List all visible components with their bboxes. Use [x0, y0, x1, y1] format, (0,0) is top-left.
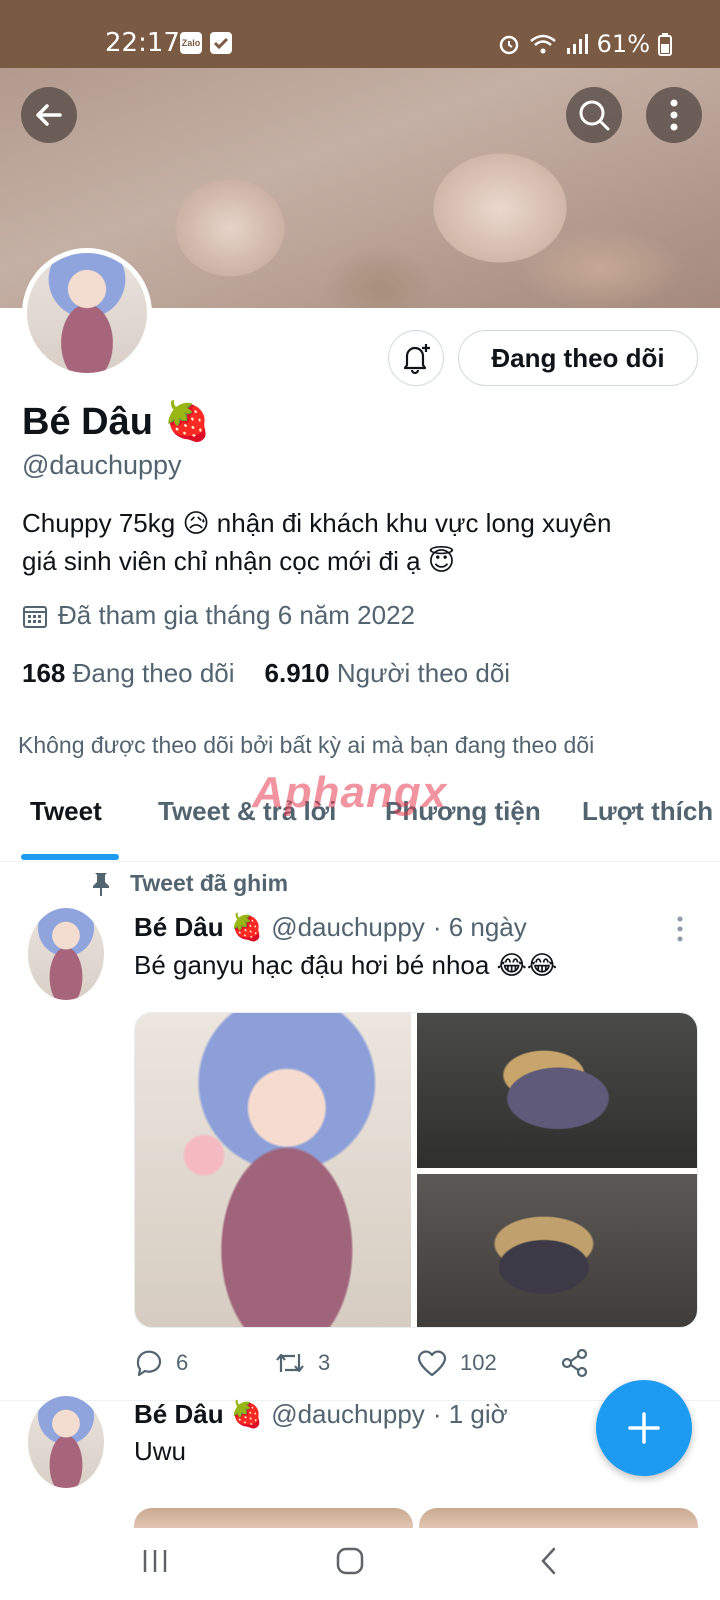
tweet-avatar-image [28, 908, 104, 1000]
arrow-left-icon [36, 104, 62, 126]
joined-date: Đã tham gia tháng 6 năm 2022 [22, 600, 415, 631]
recent-apps-icon [143, 1550, 167, 1572]
profile-avatar[interactable] [22, 248, 152, 378]
status-right: 61% [497, 30, 672, 58]
more-vertical-icon [670, 99, 678, 131]
home-icon [336, 1547, 364, 1575]
tweet-author-handle: @dauchuppy [271, 1399, 425, 1429]
back-button[interactable] [21, 87, 77, 143]
tweet-text: Bé ganyu hạc đậu hơi bé nhoa 😂😂 [134, 950, 558, 980]
bell-plus-icon [403, 344, 430, 375]
status-time: 22:17 [105, 28, 180, 58]
following-button[interactable]: Đang theo dõi [458, 330, 698, 386]
tweet-avatar-image [28, 1396, 104, 1488]
like-button[interactable]: 102 [416, 1348, 497, 1378]
more-vertical-icon [677, 916, 683, 942]
battery-icon [658, 33, 672, 56]
retweet-count: 3 [318, 1350, 331, 1375]
like-count: 102 [460, 1350, 497, 1375]
chevron-left-icon [541, 1547, 556, 1575]
share-icon [561, 1348, 588, 1378]
battery-percent: 61% [596, 30, 650, 58]
back-nav-button[interactable] [534, 1546, 564, 1581]
retweet-icon [276, 1353, 304, 1373]
tweet-photo-1[interactable] [135, 1013, 411, 1327]
signal-icon [566, 34, 588, 54]
status-bar: 22:17 Zalo 61% [0, 0, 720, 68]
profile-bio: Chuppy 75kg 😥 nhận đi khách khu vực long… [22, 504, 702, 580]
tab-tweet[interactable]: Tweet [30, 796, 102, 827]
notification-subscribe-button[interactable] [388, 330, 444, 386]
tweet-photo-2[interactable] [419, 1508, 698, 1528]
avatar-image [27, 253, 147, 373]
pin-icon [93, 872, 109, 896]
tweet-photo-1[interactable] [134, 1508, 413, 1528]
joined-text: Đã tham gia tháng 6 năm 2022 [58, 600, 416, 630]
alarm-icon [499, 35, 518, 55]
zalo-icon: Zalo [180, 32, 202, 54]
heart-icon [417, 1350, 447, 1377]
retweet-button[interactable]: 3 [274, 1348, 330, 1378]
follow-stats: 168 Đang theo dõi 6.910 Người theo dõi [22, 658, 510, 689]
pinned-label: Tweet đã ghim [130, 870, 289, 896]
pinned-indicator: Tweet đã ghim [90, 870, 288, 897]
calendar-icon [23, 605, 47, 628]
tweet-more-button[interactable] [676, 916, 684, 947]
tweet-header: Bé Dâu 🍓 @dauchuppy · 1 giờ [134, 1399, 508, 1430]
tweet-photo-3[interactable] [417, 1174, 697, 1327]
following-stat[interactable]: 168 Đang theo dõi [22, 658, 235, 689]
search-icon [579, 100, 610, 131]
more-button[interactable] [646, 87, 702, 143]
tweet-time: · 1 giờ [432, 1399, 508, 1429]
tweet-author-handle: @dauchuppy [271, 912, 425, 942]
tweet-media-grid [134, 1012, 698, 1328]
search-button[interactable] [566, 87, 622, 143]
following-label: Đang theo dõi [72, 658, 235, 688]
plus-icon [628, 1412, 660, 1444]
tweet-time: · 6 ngày [432, 912, 527, 942]
user-handle: @dauchuppy [22, 450, 182, 480]
system-navigation-bar [0, 1528, 720, 1600]
reply-count: 6 [176, 1350, 189, 1375]
reply-icon [136, 1350, 162, 1377]
active-tab-indicator [21, 854, 119, 860]
bio-line-2: giá sinh viên chỉ nhận cọc mới đi ạ 😇 [22, 546, 455, 576]
compose-tweet-button[interactable] [596, 1380, 692, 1476]
display-name: Bé Dâu 🍓 [22, 401, 211, 443]
tweet-avatar[interactable] [28, 908, 104, 1000]
tweet-actions: 6 3 102 [134, 1348, 614, 1388]
check-icon [210, 32, 232, 54]
watermark: Aphangx [252, 768, 448, 817]
tweet-text: Uwu [134, 1436, 187, 1466]
wifi-icon [529, 34, 556, 54]
home-button[interactable] [335, 1546, 365, 1581]
followers-count: 6.910 [264, 658, 330, 688]
following-count: 168 [22, 658, 66, 688]
tweet-media-grid [134, 1508, 698, 1528]
share-button[interactable] [560, 1348, 590, 1378]
tweet-avatar[interactable] [28, 1396, 104, 1488]
tweet-header: Bé Dâu 🍓 @dauchuppy · 6 ngày [134, 912, 527, 943]
tweet-author-name[interactable]: Bé Dâu 🍓 [134, 912, 263, 943]
bio-line-1: Chuppy 75kg 😥 nhận đi khách khu vực long… [22, 508, 612, 538]
followers-stat[interactable]: 6.910 Người theo dõi [265, 658, 511, 689]
recent-apps-button[interactable] [140, 1546, 170, 1581]
followers-label: Người theo dõi [336, 658, 511, 688]
tab-likes[interactable]: Lượt thích [582, 796, 713, 827]
reply-button[interactable]: 6 [134, 1348, 188, 1378]
followed-by-text: Không được theo dõi bởi bất kỳ ai mà bạn… [18, 732, 595, 758]
tweet-author-name[interactable]: Bé Dâu 🍓 [134, 1399, 263, 1430]
tweet-photo-2[interactable] [417, 1013, 697, 1168]
